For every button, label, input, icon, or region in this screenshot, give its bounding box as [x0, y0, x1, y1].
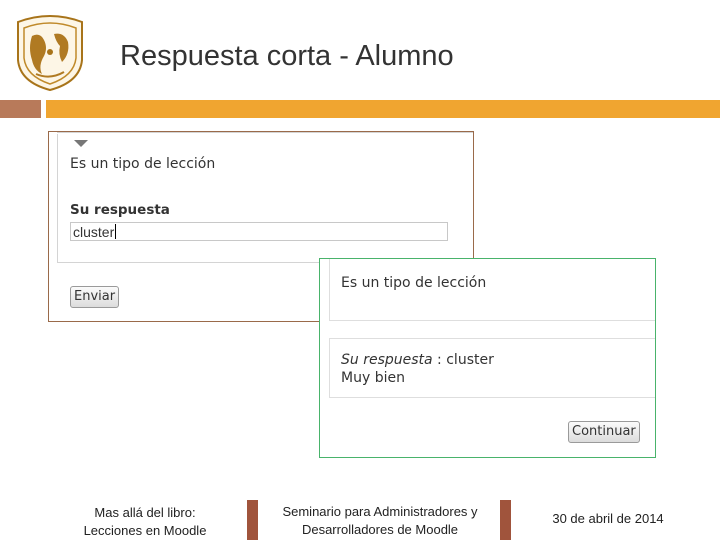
feedback-answer-separator: : [432, 352, 447, 368]
footer-course-title: Mas allá del libro: Lecciones en Moodle [60, 504, 230, 544]
university-seal-logo [14, 14, 86, 92]
feedback-question-box: Es un tipo de lección [329, 259, 655, 321]
answer-input-value: cluster [73, 224, 115, 240]
answer-input[interactable]: cluster [70, 222, 448, 241]
footer-left-line2: Lecciones en Moodle [83, 523, 207, 538]
feedback-answer-box: Su respuesta : cluster Muy bien [329, 338, 655, 398]
footer-separator [500, 500, 511, 540]
slide-title: Respuesta corta - Alumno [120, 40, 454, 72]
footer-center-line1: Seminario para Administradores y [282, 504, 478, 519]
continue-button[interactable]: Continuar [568, 421, 640, 443]
accent-bar-small [0, 100, 41, 118]
panel-top-border [57, 132, 473, 133]
question-panel [57, 134, 473, 263]
feedback-screenshot: Es un tipo de lección Su respuesta : clu… [319, 258, 656, 458]
footer-center-line2: Desarrolladores de Moodle [301, 522, 459, 537]
feedback-answer-label: Su respuesta [341, 352, 433, 368]
feedback-message: Muy bien [341, 370, 405, 386]
feedback-answer-line: Su respuesta : cluster [341, 352, 494, 368]
question-text: Es un tipo de lección [70, 156, 216, 172]
footer-left-line1: Mas allá del libro: [94, 505, 196, 520]
footer-date: 30 de abril de 2014 [552, 511, 664, 526]
footer-seminar-title: Seminario para Administradores y Desarro… [262, 503, 498, 543]
accent-bar [46, 100, 720, 118]
feedback-answer-value: cluster [446, 352, 494, 368]
submit-button[interactable]: Enviar [70, 286, 120, 308]
answer-label: Su respuesta [70, 202, 170, 218]
collapse-triangle-icon[interactable] [74, 140, 88, 147]
feedback-question-text: Es un tipo de lección [341, 275, 487, 291]
text-caret [115, 224, 117, 239]
footer-separator [247, 500, 258, 540]
